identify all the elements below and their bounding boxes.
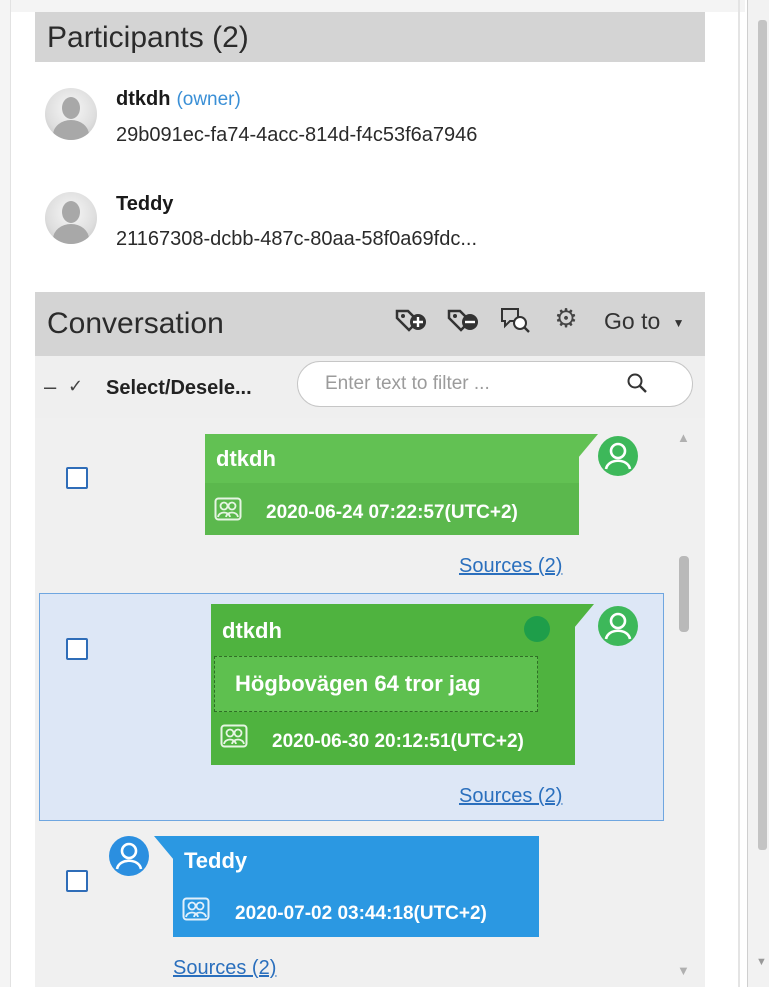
remove-tag-icon[interactable] — [445, 305, 481, 342]
message-checkbox[interactable] — [66, 467, 88, 489]
collapse-dash-icon[interactable]: – — [44, 374, 56, 400]
bubble-tail — [574, 604, 594, 628]
message-checkbox[interactable] — [66, 870, 88, 892]
sender-avatar-icon — [598, 436, 638, 476]
pane-divider[interactable] — [738, 0, 740, 987]
right-pane: ▼ — [747, 0, 769, 987]
status-dot-icon — [524, 616, 550, 642]
conversation-title: Conversation — [47, 307, 224, 340]
right-pane-scroll-down-icon[interactable]: ▼ — [756, 956, 767, 968]
message-timestamp: 2020-07-02 03:44:18(UTC+2) — [235, 903, 487, 924]
goto-dropdown[interactable]: Go to ▼ — [604, 308, 685, 335]
participant-avatar — [45, 88, 97, 140]
scroll-down-icon[interactable]: ▼ — [677, 963, 690, 978]
sender-avatar-icon — [109, 836, 149, 876]
message-checkbox[interactable] — [66, 638, 88, 660]
participant-avatar — [45, 192, 97, 244]
bubble-tail — [154, 836, 174, 860]
check-icon[interactable]: ✓ — [68, 376, 83, 397]
search-icon[interactable] — [626, 372, 648, 399]
group-chat-icon — [220, 724, 248, 753]
message-sender: dtkdh — [222, 618, 282, 643]
group-chat-icon — [214, 497, 242, 526]
participant-id: 21167308-dcbb-487c-80aa-58f0a69fdc... — [116, 228, 478, 250]
message-timestamp: 2020-06-24 07:22:57(UTC+2) — [266, 502, 518, 523]
participants-header: Participants (2) — [35, 12, 705, 62]
search-chat-icon[interactable] — [497, 305, 533, 342]
message-sender: dtkdh — [216, 446, 276, 471]
sources-link[interactable]: Sources (2) — [459, 555, 562, 578]
scroll-up-icon[interactable]: ▲ — [677, 430, 690, 445]
participant-name-line: dtkdh (owner) — [116, 88, 241, 111]
message-list-scrollbar[interactable] — [673, 418, 701, 987]
message-text: Högbovägen 64 tror jag — [214, 656, 538, 712]
settings-gear-icon[interactable]: ⚙ — [548, 303, 584, 334]
participant-role: (owner) — [176, 89, 241, 110]
add-tag-icon[interactable] — [393, 305, 429, 342]
goto-label: Go to — [604, 308, 661, 334]
message-timestamp: 2020-06-30 20:12:51(UTC+2) — [272, 731, 524, 752]
scroll-thumb[interactable] — [679, 556, 689, 632]
participant-name: dtkdh — [116, 88, 171, 110]
right-pane-scrollbar[interactable] — [758, 20, 767, 850]
group-chat-icon — [182, 897, 210, 926]
window-left-edge — [0, 0, 11, 987]
sources-link[interactable]: Sources (2) — [173, 957, 276, 980]
window-top-edge — [0, 0, 745, 12]
sources-link[interactable]: Sources (2) — [459, 785, 562, 808]
bubble-tail — [578, 434, 598, 458]
select-deselect-toggle[interactable]: Select/Desele... — [106, 377, 252, 400]
message-sender: Teddy — [184, 848, 248, 873]
sender-avatar-icon — [598, 606, 638, 646]
participant-name: Teddy — [116, 193, 174, 215]
participant-id: 29b091ec-fa74-4acc-814d-f4c53f6a7946 — [116, 124, 478, 146]
caret-down-icon: ▼ — [672, 315, 685, 330]
